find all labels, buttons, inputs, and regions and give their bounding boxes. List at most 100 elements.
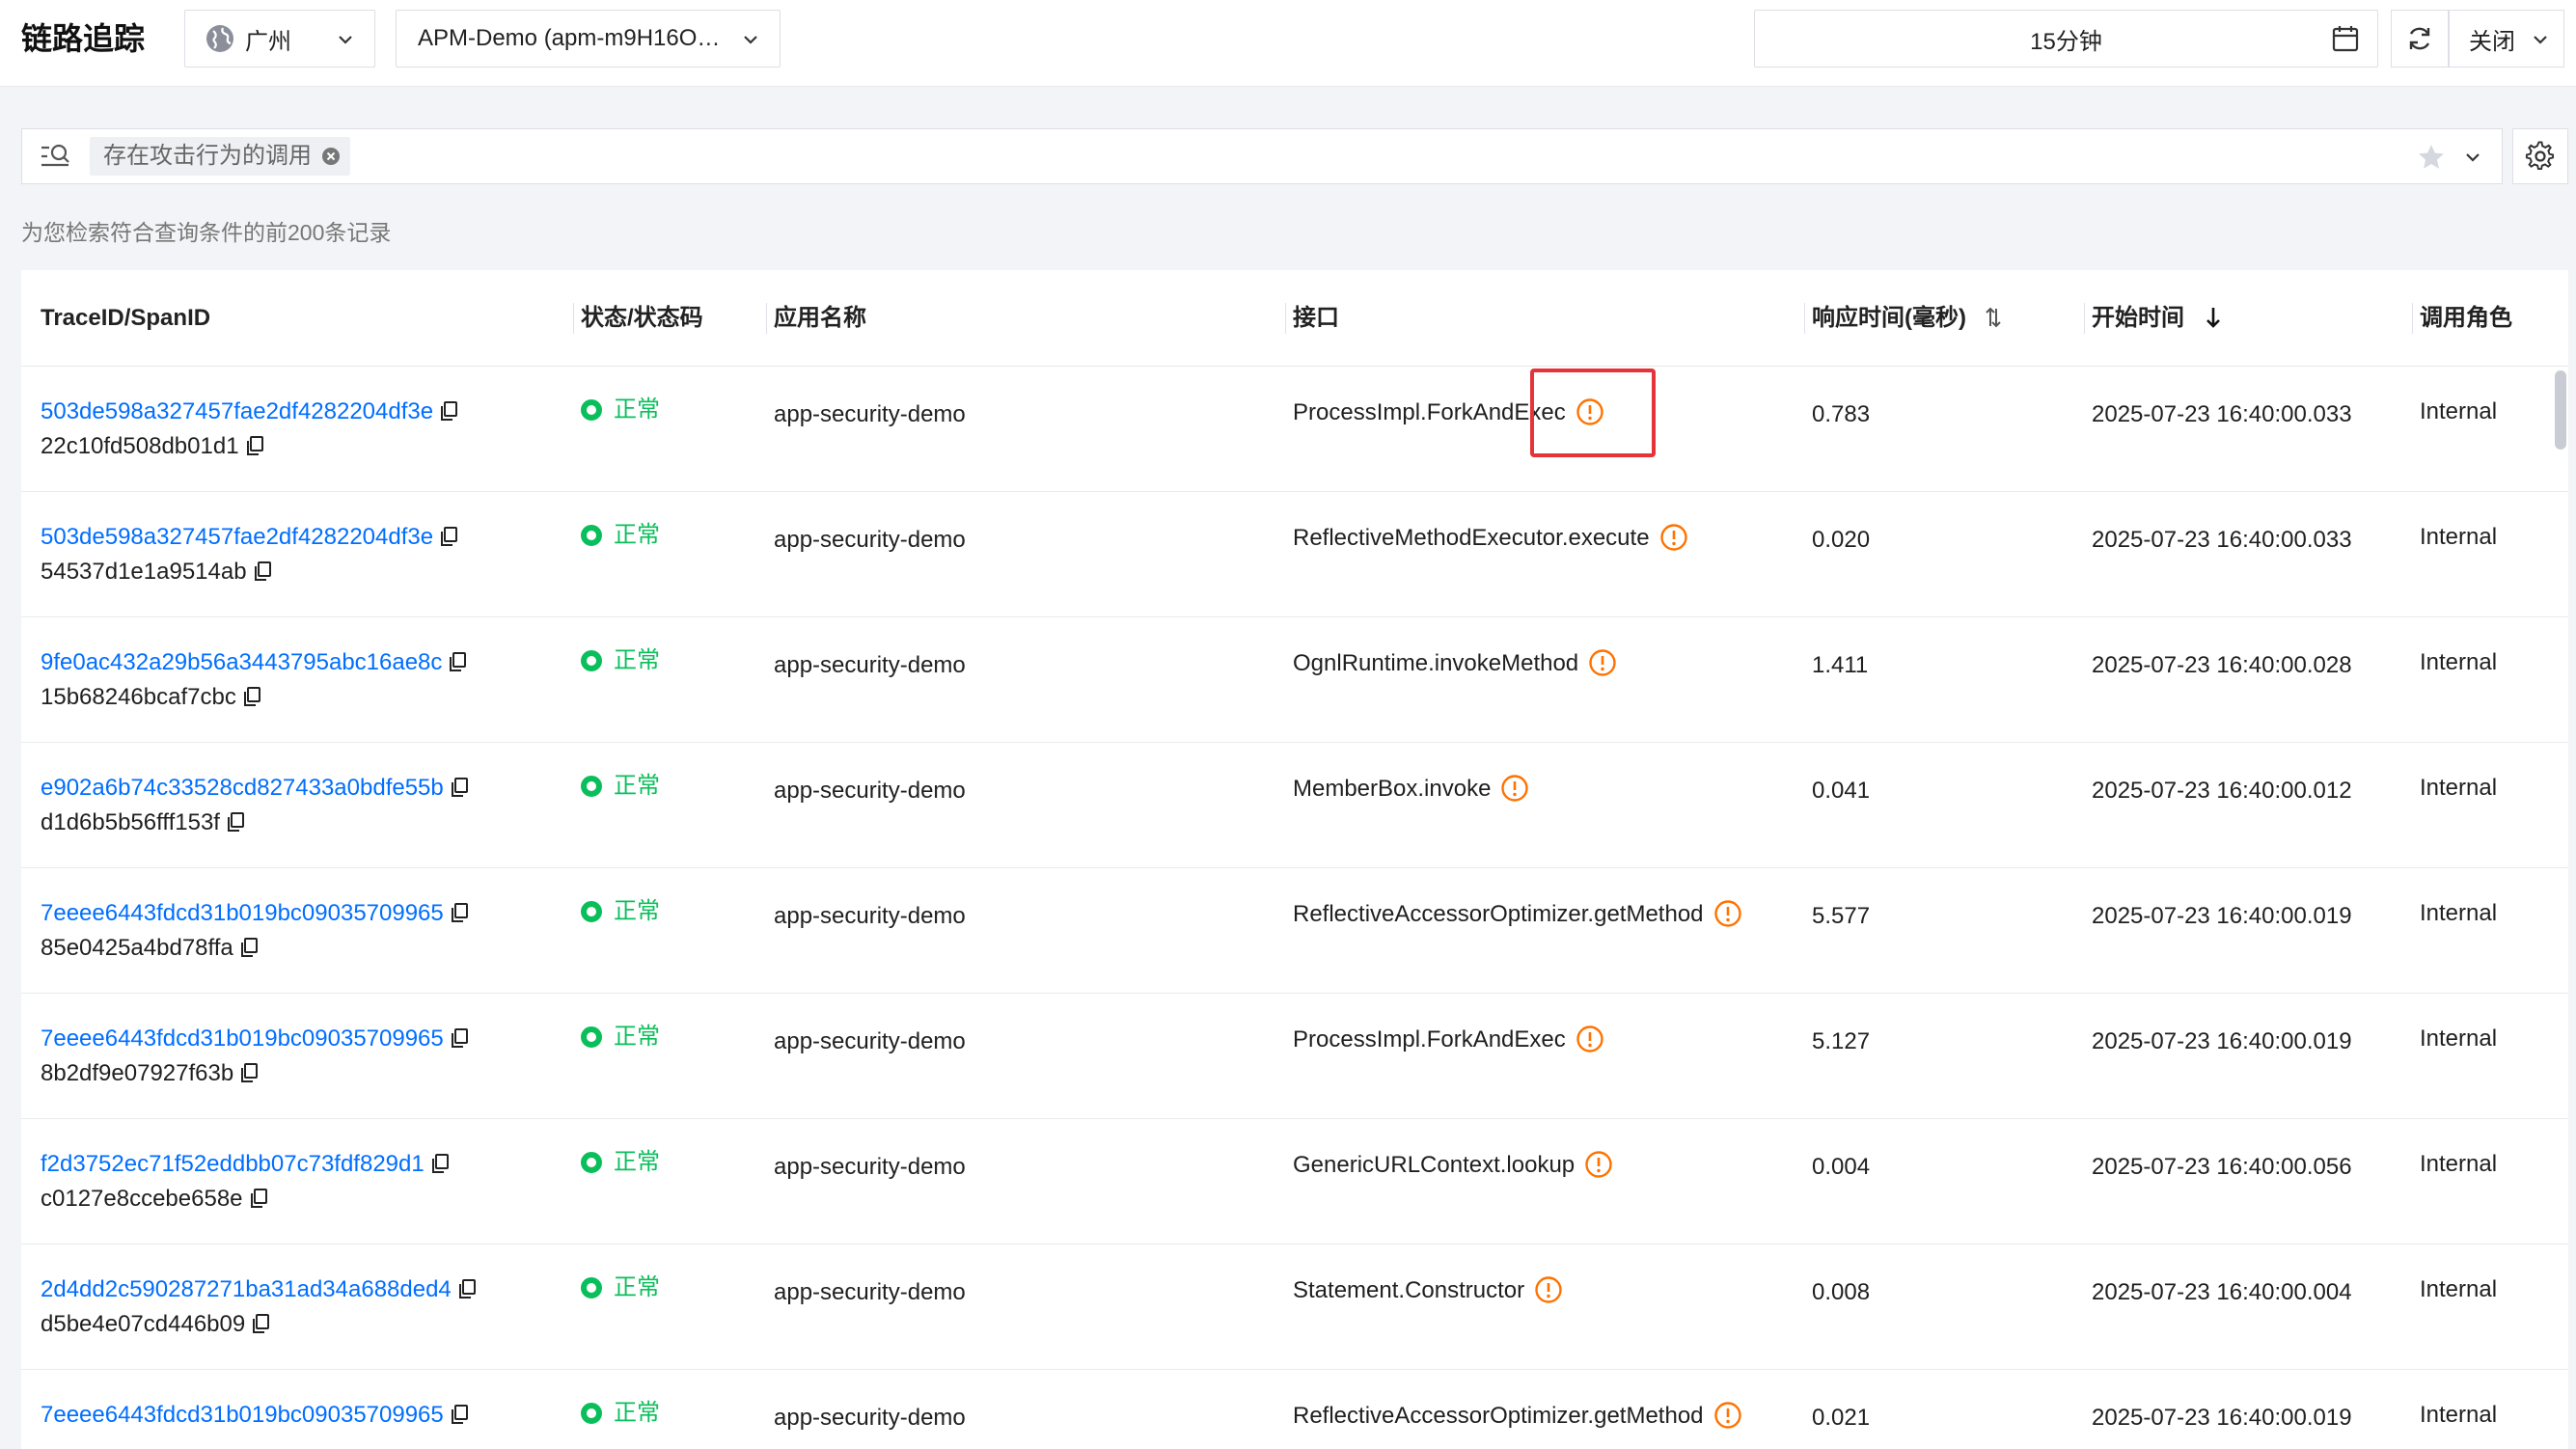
- region-select[interactable]: 广州: [184, 10, 375, 68]
- span-id-cell: 8b2df9e07927f63b: [41, 1059, 259, 1088]
- trace-id-link[interactable]: 2d4dd2c590287271ba31ad34a688ded4: [41, 1276, 452, 1302]
- copy-icon[interactable]: [226, 811, 245, 833]
- warning-circle-icon[interactable]: [1659, 523, 1688, 552]
- copy-icon[interactable]: [450, 902, 469, 923]
- copy-icon[interactable]: [448, 651, 467, 672]
- search-filter-bar[interactable]: 存在攻击行为的调用: [21, 128, 2503, 184]
- trace-id-cell: 503de598a327457fae2df4282204df3e: [41, 397, 458, 426]
- duration-cell: 0.004: [1812, 1154, 1871, 1180]
- trace-id-link[interactable]: 503de598a327457fae2df4282204df3e: [41, 524, 433, 550]
- scrollbar-thumb[interactable]: [2555, 370, 2566, 450]
- table-row[interactable]: 2d4dd2c590287271ba31ad34a688ded4 d5be4e07…: [21, 1244, 2568, 1370]
- status-dot-icon: [581, 650, 602, 671]
- warning-circle-icon[interactable]: [1584, 1150, 1613, 1179]
- span-id-cell: d1d6b5b56fff153f: [41, 808, 245, 837]
- star-icon[interactable]: [2417, 143, 2446, 172]
- interface-name: OgnlRuntime.invokeMethod: [1293, 650, 1579, 676]
- app-name-cell: app-security-demo: [774, 903, 966, 929]
- copy-icon[interactable]: [242, 686, 261, 707]
- interface-name: ReflectiveAccessorOptimizer.getMethod: [1293, 901, 1704, 927]
- span-id-text: d1d6b5b56fff153f: [41, 809, 220, 835]
- time-range-value: 15分钟: [2030, 28, 2102, 55]
- copy-icon[interactable]: [457, 1278, 477, 1299]
- status-text: 正常: [614, 1274, 660, 1300]
- trace-id-link[interactable]: 503de598a327457fae2df4282204df3e: [41, 398, 433, 424]
- status-dot-icon: [581, 1026, 602, 1048]
- copy-icon[interactable]: [245, 435, 264, 456]
- column-header-status: 状态/状态码: [581, 305, 703, 331]
- copy-icon[interactable]: [439, 400, 458, 422]
- status-dot-icon: [581, 399, 602, 421]
- copy-icon[interactable]: [439, 526, 458, 547]
- copy-icon[interactable]: [430, 1153, 450, 1174]
- copy-icon[interactable]: [450, 1404, 469, 1425]
- status-text: 正常: [614, 1149, 660, 1175]
- trace-id-link[interactable]: 7eeee6443fdcd31b019bc09035709965: [41, 1025, 444, 1052]
- table-row[interactable]: 7eeee6443fdcd31b019bc09035709965 正常 app-se…: [21, 1370, 2568, 1449]
- trace-id-link[interactable]: 7eeee6443fdcd31b019bc09035709965: [41, 1402, 444, 1428]
- column-header-app: 应用名称: [774, 305, 866, 331]
- column-divider: [2412, 303, 2413, 334]
- auto-refresh-select[interactable]: 关闭: [2449, 10, 2564, 68]
- status-badge: 正常: [581, 1148, 660, 1177]
- duration-cell: 5.127: [1812, 1028, 1871, 1054]
- warning-circle-icon[interactable]: [1713, 1401, 1742, 1430]
- copy-icon[interactable]: [251, 1313, 270, 1334]
- chevron-down-icon: [744, 36, 757, 44]
- copy-icon[interactable]: [239, 1062, 259, 1083]
- span-id-text: 85e0425a4bd78ffa: [41, 935, 233, 961]
- auto-refresh-value: 关闭: [2469, 28, 2515, 55]
- table-header: TraceID/SpanID 状态/状态码 应用名称 接口 响应时间(毫秒) 开…: [21, 270, 2568, 367]
- refresh-button[interactable]: [2391, 10, 2449, 68]
- status-badge: 正常: [581, 897, 660, 926]
- trace-id-link[interactable]: 7eeee6443fdcd31b019bc09035709965: [41, 900, 444, 926]
- warning-circle-icon[interactable]: [1576, 1025, 1604, 1053]
- chevron-down-icon[interactable]: [2463, 148, 2482, 167]
- copy-icon[interactable]: [239, 937, 259, 958]
- table-row[interactable]: 9fe0ac432a29b56a3443795abc16ae8c 15b68246…: [21, 617, 2568, 743]
- app-select[interactable]: APM-Demo (apm-m9H16O…: [396, 10, 781, 68]
- column-divider: [766, 303, 767, 334]
- interface-cell: ReflectiveAccessorOptimizer.getMethod: [1293, 899, 1742, 929]
- table-row[interactable]: 7eeee6443fdcd31b019bc09035709965 8b2df9e0…: [21, 994, 2568, 1119]
- column-header-start[interactable]: 开始时间: [2092, 270, 2222, 367]
- warning-circle-icon[interactable]: [1588, 648, 1617, 677]
- span-id-cell: 22c10fd508db01d1: [41, 432, 264, 461]
- app-name-cell: app-security-demo: [774, 1154, 966, 1180]
- trace-id-link[interactable]: e902a6b74c33528cd827433a0bdfe55b: [41, 775, 444, 801]
- time-range-picker[interactable]: 15分钟: [1754, 10, 2378, 68]
- page-title: 链路追踪: [21, 21, 146, 56]
- trace-id-link[interactable]: f2d3752ec71f52eddbb07c73fdf829d1: [41, 1151, 425, 1177]
- column-header-trace: TraceID/SpanID: [41, 305, 211, 331]
- status-badge: 正常: [581, 646, 660, 675]
- table-row[interactable]: e902a6b74c33528cd827433a0bdfe55b d1d6b5b5…: [21, 743, 2568, 868]
- warning-circle-icon[interactable]: [1534, 1275, 1563, 1304]
- column-header-duration[interactable]: 响应时间(毫秒): [1812, 270, 2002, 367]
- table-row[interactable]: f2d3752ec71f52eddbb07c73fdf829d1 c0127e8c…: [21, 1119, 2568, 1244]
- role-cell: Internal: [2420, 398, 2498, 424]
- table-row[interactable]: 7eeee6443fdcd31b019bc09035709965 85e0425a…: [21, 868, 2568, 994]
- copy-icon[interactable]: [253, 560, 272, 582]
- copy-icon[interactable]: [249, 1188, 268, 1209]
- status-badge: 正常: [581, 1273, 660, 1302]
- close-icon[interactable]: [321, 147, 341, 166]
- start-time-cell: 2025-07-23 16:40:00.028: [2092, 652, 2352, 678]
- interface-name: ProcessImpl.ForkAndExec: [1293, 1026, 1566, 1053]
- role-cell: Internal: [2420, 524, 2498, 550]
- copy-icon[interactable]: [450, 1027, 469, 1049]
- start-time-cell: 2025-07-23 16:40:00.033: [2092, 527, 2352, 553]
- trace-id-link[interactable]: 9fe0ac432a29b56a3443795abc16ae8c: [41, 649, 442, 675]
- status-dot-icon: [581, 901, 602, 922]
- copy-icon[interactable]: [450, 777, 469, 798]
- warning-circle-icon[interactable]: [1500, 774, 1529, 803]
- filter-search-icon: [41, 144, 69, 167]
- table-row[interactable]: 503de598a327457fae2df4282204df3e 22c10fd5…: [21, 367, 2568, 492]
- warning-circle-icon[interactable]: [1713, 899, 1742, 928]
- span-id-text: 15b68246bcaf7cbc: [41, 684, 236, 710]
- trace-table: TraceID/SpanID 状态/状态码 应用名称 接口 响应时间(毫秒) 开…: [21, 270, 2568, 1449]
- settings-button[interactable]: [2512, 128, 2568, 184]
- filter-chip[interactable]: 存在攻击行为的调用: [90, 137, 350, 176]
- status-badge: 正常: [581, 1399, 660, 1428]
- start-time-cell: 2025-07-23 16:40:00.012: [2092, 778, 2352, 804]
- table-row[interactable]: 503de598a327457fae2df4282204df3e 54537d1e…: [21, 492, 2568, 617]
